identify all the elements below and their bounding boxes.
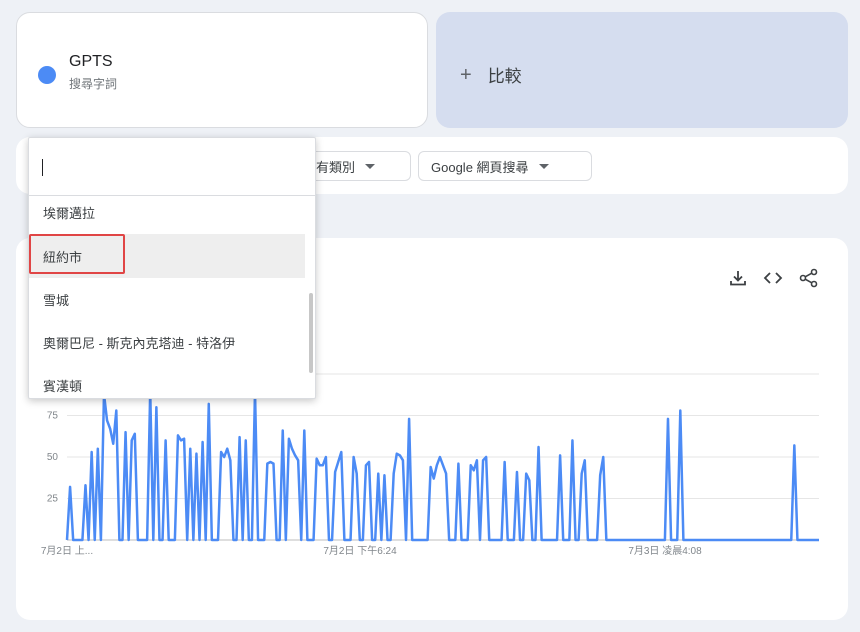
search-type-dropdown-label: Google 網頁搜尋 (431, 159, 529, 175)
x-tick-label: 7月3日 凌晨4:08 (628, 544, 702, 557)
text-cursor (42, 159, 43, 176)
y-tick-label: 50 (47, 452, 59, 463)
compare-label: 比較 (487, 67, 522, 86)
dropdown-item-elmira[interactable]: 埃爾邁拉 (29, 190, 305, 234)
series-line (65, 389, 819, 542)
dropdown-item-binghamton[interactable]: 賓漢頓 (29, 363, 305, 398)
compare-button[interactable]: + 比較 (436, 12, 848, 128)
dropdown-item-syracuse[interactable]: 雪城 (29, 277, 305, 321)
dropdown-arrow-icon (538, 163, 549, 169)
y-tick-label: 75 (47, 411, 59, 422)
search-term-name[interactable]: GPTS (69, 53, 113, 71)
dropdown-arrow-icon (365, 163, 376, 169)
plus-icon: + (460, 63, 472, 86)
search-term-type: 搜尋字詞 (69, 77, 118, 91)
search-term-card[interactable]: GPTS 搜尋字詞 (16, 12, 428, 128)
x-tick-label: 7月2日 上... (41, 545, 93, 557)
x-tick-label: 7月2日 下午6:24 (323, 544, 397, 557)
series-color-dot (38, 66, 56, 84)
highlight-box (29, 234, 125, 274)
dropdown-item-albany[interactable]: 奧爾巴尼 - 斯克內克塔迪 - 特洛伊 (29, 320, 305, 364)
region-search-input[interactable] (29, 138, 315, 196)
dropdown-scrollbar[interactable] (309, 293, 313, 373)
search-type-dropdown[interactable]: Google 網頁搜尋 (418, 151, 592, 181)
y-tick-label: 25 (47, 494, 59, 505)
